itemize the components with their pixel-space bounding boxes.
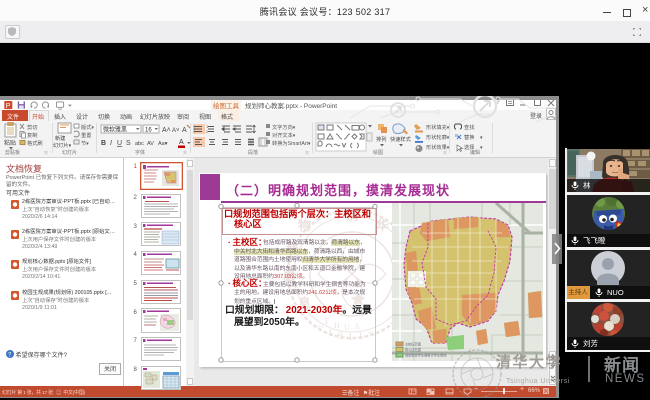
svg-text:▾: ▾ (480, 135, 483, 141)
svg-text:⤧: ⤧ (443, 151, 447, 157)
svg-text:P: P (6, 101, 11, 110)
svg-text:⤧: ⤧ (183, 151, 187, 157)
svg-text:查找: 查找 (464, 123, 475, 131)
svg-text:替换: 替换 (464, 133, 475, 141)
svg-text:▾: ▾ (480, 145, 483, 151)
svg-text:主校区范围: 主校区范围 (405, 342, 421, 347)
svg-text:格式刷: 格式刷 (27, 139, 43, 147)
svg-text:复制: 复制 (27, 131, 37, 139)
svg-text:段落: 段落 (248, 149, 258, 156)
svg-text:16: 16 (145, 128, 152, 134)
svg-text:形状填充▾: 形状填充▾ (426, 123, 450, 131)
svg-text:核心区范围: 核心区范围 (405, 347, 421, 352)
svg-text:A˅: A˅ (172, 128, 180, 134)
svg-text:规划新增学生宿舍大学生用地: 规划新增学生宿舍大学生用地 (405, 353, 447, 358)
svg-text:⤧: ⤧ (305, 151, 309, 157)
svg-text:abc: abc (135, 141, 144, 147)
svg-text:剪贴板: 剪贴板 (5, 149, 20, 156)
svg-text:I: I (110, 140, 112, 147)
svg-text:A: A (182, 127, 187, 134)
svg-text:编辑: 编辑 (470, 149, 480, 156)
svg-text:快速样式: 快速样式 (390, 135, 412, 143)
svg-text:排列: 排列 (376, 135, 386, 143)
svg-text:文字方向▾: 文字方向▾ (272, 123, 296, 131)
svg-text:版式▾: 版式▾ (81, 123, 94, 131)
svg-text:转换为SmartArt▾: 转换为SmartArt▾ (272, 139, 311, 147)
svg-text:微软雅黑: 微软雅黑 (103, 126, 127, 134)
svg-text:Aa▾: Aa▾ (158, 141, 168, 147)
svg-text:字体: 字体 (135, 149, 145, 156)
svg-text:幻灯片▾: 幻灯片▾ (53, 141, 72, 149)
svg-text:粘贴: 粘贴 (4, 139, 16, 147)
svg-text:新建: 新建 (55, 134, 65, 142)
svg-text:⤧: ⤧ (44, 151, 48, 157)
svg-text:U: U (117, 140, 122, 147)
svg-text:对齐文本▾: 对齐文本▾ (272, 131, 296, 139)
svg-text:剪切: 剪切 (27, 123, 37, 131)
svg-text:节▾: 节▾ (81, 140, 89, 147)
svg-text:A˄: A˄ (162, 127, 171, 134)
svg-text:A: A (179, 139, 184, 146)
svg-text:形状轮廓▾: 形状轮廓▾ (426, 133, 450, 141)
svg-text:B: B (101, 140, 106, 147)
svg-text:绘图: 绘图 (373, 149, 383, 156)
svg-text:AV: AV (147, 141, 154, 147)
svg-text:幻灯片: 幻灯片 (62, 149, 77, 156)
svg-text:S: S (126, 140, 131, 147)
svg-text:形状效果▾: 形状效果▾ (426, 143, 450, 151)
svg-text:重置: 重置 (81, 131, 91, 139)
